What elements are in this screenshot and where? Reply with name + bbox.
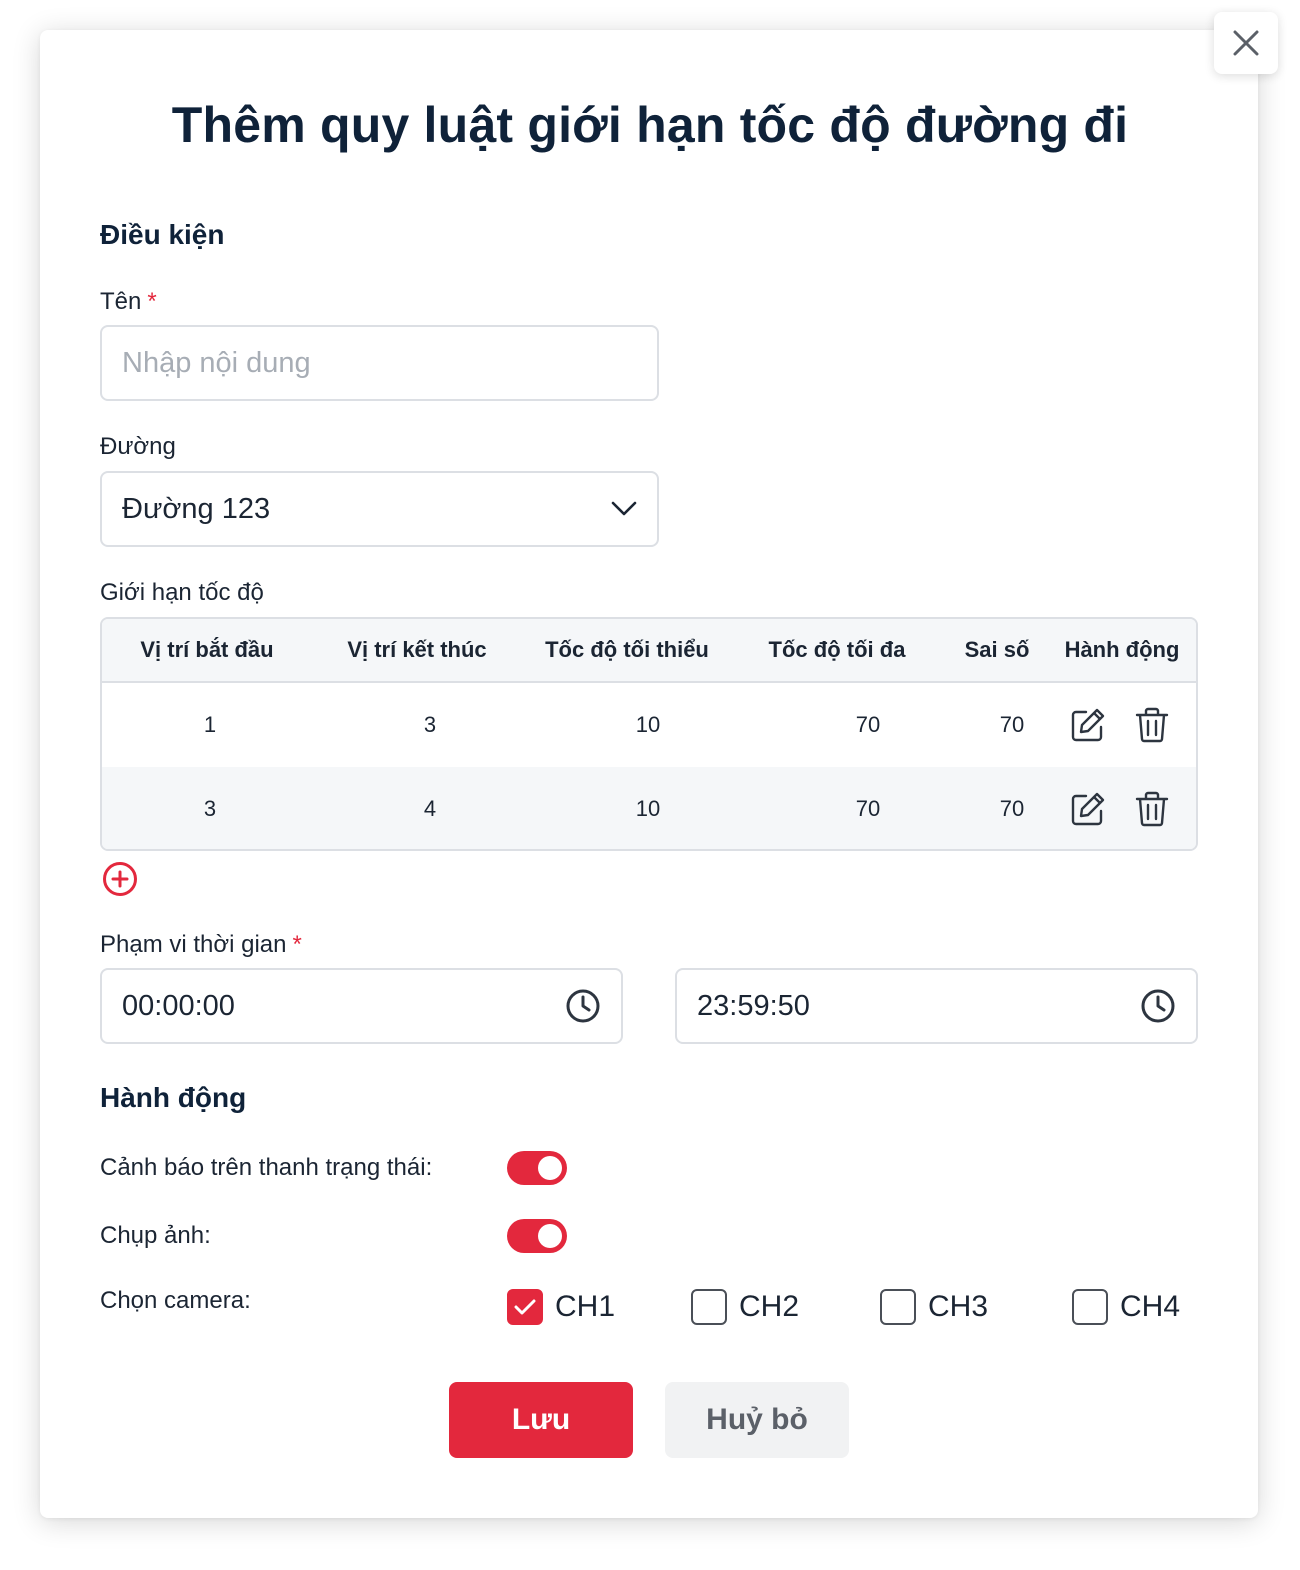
camera-ch2-option[interactable]: CH2 [691, 1289, 799, 1325]
road-select[interactable]: Đường 123 [100, 471, 659, 547]
road-select-value: Đường 123 [122, 492, 271, 525]
plus-circle-icon [103, 862, 137, 896]
add-row-button[interactable] [102, 861, 138, 897]
col-tolerance: Sai số [964, 637, 1030, 662]
check-icon [514, 1299, 536, 1315]
camera-ch3-label: CH3 [928, 1290, 989, 1323]
camera-ch2-checkbox[interactable] [691, 1289, 727, 1325]
toggle-knob [538, 1224, 562, 1248]
edit-icon [1071, 708, 1105, 742]
time-from-field[interactable]: 00:00:00 [100, 968, 623, 1044]
time-to-field[interactable]: 23:59:50 [675, 968, 1198, 1044]
table-row: 3 4 10 70 70 [102, 767, 1196, 849]
col-start: Vị trí bắt đầu [140, 637, 274, 662]
modal-title: Thêm quy luật giới hạn tốc độ đường đi [171, 97, 1129, 153]
cell-end: 3 [423, 712, 437, 737]
clock-icon [1141, 989, 1175, 1023]
cancel-button[interactable]: Huỷ bỏ [665, 1382, 849, 1458]
road-label: Đường [100, 433, 176, 460]
camera-ch2-label: CH2 [739, 1290, 800, 1323]
save-button[interactable]: Lưu [449, 1382, 633, 1458]
time-from-value: 00:00:00 [122, 989, 235, 1022]
required-mark: * [292, 931, 302, 958]
speed-limit-label: Giới hạn tốc độ [100, 579, 264, 606]
name-input[interactable] [122, 346, 637, 380]
delete-button[interactable] [1132, 683, 1172, 767]
delete-button[interactable] [1132, 767, 1172, 849]
table-row: 1 3 10 70 70 [102, 683, 1196, 767]
cell-tolerance: 70 [999, 796, 1025, 821]
camera-label: Chọn camera: [100, 1287, 251, 1314]
edit-button[interactable] [1068, 767, 1108, 849]
close-icon [1233, 30, 1259, 56]
col-min-speed: Tốc độ tối thiểu [545, 637, 709, 662]
chevron-down-icon [611, 501, 637, 516]
camera-ch3-option[interactable]: CH3 [880, 1289, 988, 1325]
required-mark: * [147, 288, 157, 315]
col-max-speed: Tốc độ tối đa [768, 637, 906, 662]
speed-limit-table: Vị trí bắt đầu Vị trí kết thúc Tốc độ tố… [100, 617, 1198, 851]
camera-ch4-label: CH4 [1120, 1290, 1181, 1323]
edit-button[interactable] [1068, 683, 1108, 767]
cell-max-speed: 70 [855, 712, 881, 737]
camera-ch3-checkbox[interactable] [880, 1289, 916, 1325]
camera-ch1-option[interactable]: CH1 [507, 1289, 615, 1325]
time-range-label: Phạm vi thời gian * [100, 931, 302, 959]
edit-icon [1071, 792, 1105, 826]
cell-min-speed: 10 [635, 712, 661, 737]
status-alert-label: Cảnh báo trên thanh trạng thái: [100, 1154, 433, 1181]
time-range-label-text: Phạm vi thời gian [100, 931, 287, 958]
name-label: Tên * [100, 288, 157, 316]
col-end: Vị trí kết thúc [347, 637, 487, 662]
camera-ch4-checkbox[interactable] [1072, 1289, 1108, 1325]
actions-heading: Hành động [100, 1082, 247, 1113]
camera-ch1-checkbox[interactable] [507, 1289, 543, 1325]
time-to-value: 23:59:50 [697, 989, 810, 1022]
trash-icon [1135, 791, 1169, 827]
name-field[interactable] [100, 325, 659, 401]
camera-ch1-label: CH1 [555, 1290, 616, 1323]
table-header: Vị trí bắt đầu Vị trí kết thúc Tốc độ tố… [102, 619, 1196, 683]
camera-ch4-option[interactable]: CH4 [1072, 1289, 1180, 1325]
col-action: Hành động [1064, 637, 1180, 662]
cell-end: 4 [423, 796, 437, 821]
conditions-heading: Điều kiện [100, 219, 225, 250]
cell-max-speed: 70 [855, 796, 881, 821]
trash-icon [1135, 707, 1169, 743]
cell-start: 3 [203, 796, 217, 821]
toggle-knob [538, 1156, 562, 1180]
status-alert-toggle[interactable] [507, 1151, 567, 1185]
close-button[interactable] [1214, 12, 1278, 74]
capture-toggle[interactable] [507, 1219, 567, 1253]
clock-icon [566, 989, 600, 1023]
name-label-text: Tên [100, 288, 142, 315]
capture-label: Chụp ảnh: [100, 1222, 211, 1249]
cell-min-speed: 10 [635, 796, 661, 821]
cell-tolerance: 70 [999, 712, 1025, 737]
cell-start: 1 [203, 712, 217, 737]
